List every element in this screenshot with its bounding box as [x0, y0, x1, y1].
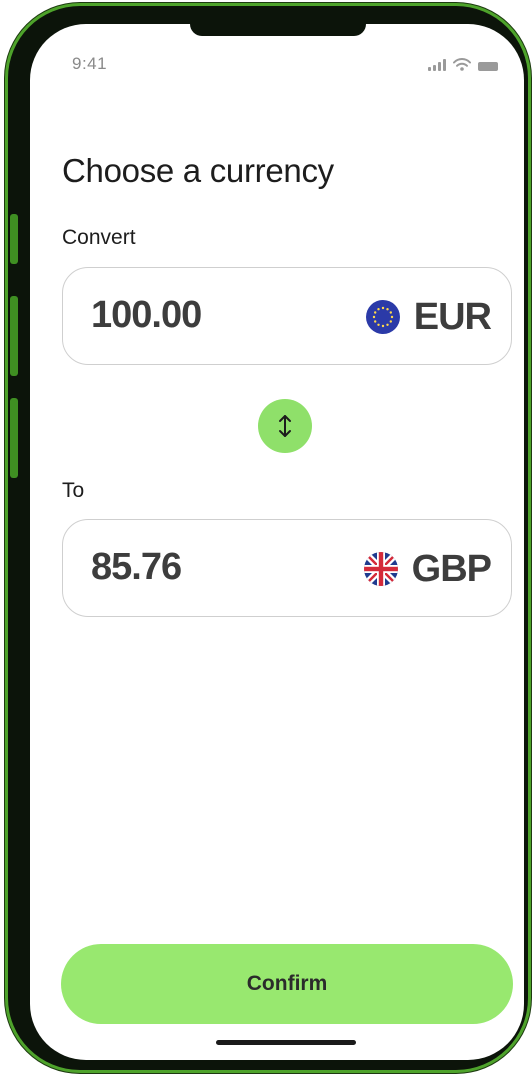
convert-currency-selector[interactable]: EUR — [365, 292, 492, 342]
confirm-label: Confirm — [246, 972, 328, 995]
wifi-icon — [453, 58, 471, 71]
confirm-button[interactable]: Confirm — [61, 944, 513, 1024]
convert-label: Convert — [62, 226, 136, 249]
phone-frame: 9:41 Choose a currency Convert 100.00 EU… — [8, 6, 528, 1070]
cellular-signal-icon — [428, 59, 446, 71]
status-icons — [428, 58, 498, 71]
status-time: 9:41 — [72, 54, 108, 73]
action-button — [10, 214, 18, 264]
battery-icon — [478, 62, 498, 71]
to-currency-selector[interactable]: GBP — [363, 544, 492, 594]
convert-amount-input[interactable]: 100.00 — [91, 294, 202, 337]
swap-vertical-icon — [279, 415, 291, 437]
volume-down-button — [10, 398, 18, 478]
status-bar: 9:41 — [30, 24, 524, 94]
to-currency-code: GBP — [411, 547, 492, 590]
phone-screen: 9:41 Choose a currency Convert 100.00 EU… — [30, 24, 524, 1060]
home-indicator[interactable] — [216, 1040, 356, 1045]
eu-flag-icon — [365, 300, 400, 334]
page-title: Choose a currency — [62, 152, 334, 189]
uk-flag-icon — [363, 552, 398, 586]
to-amount-card[interactable]: 85.76 GBP — [62, 519, 512, 617]
convert-currency-code: EUR — [413, 295, 492, 338]
to-amount-value: 85.76 — [91, 546, 182, 588]
volume-up-button — [10, 296, 18, 376]
swap-currencies-button[interactable] — [258, 399, 312, 453]
convert-amount-card[interactable]: 100.00 EUR — [62, 267, 512, 365]
to-label: To — [62, 479, 85, 502]
